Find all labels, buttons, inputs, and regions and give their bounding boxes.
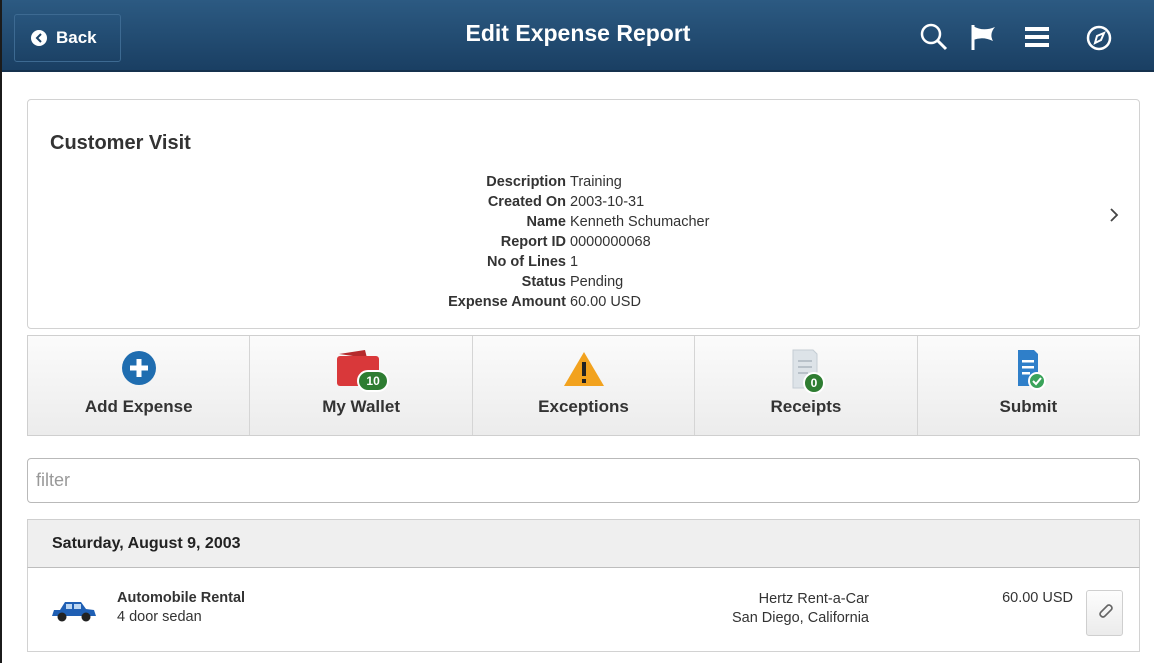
receipts-count-badge: 0 bbox=[802, 372, 825, 394]
expense-description: 4 door sedan bbox=[117, 609, 202, 625]
field-label: Description bbox=[486, 174, 566, 190]
my-wallet-button[interactable]: 10 My Wallet bbox=[250, 336, 473, 435]
expense-type: Automobile Rental bbox=[117, 590, 246, 606]
field-value: 1 bbox=[570, 254, 579, 270]
receipts-label: Receipts bbox=[770, 397, 842, 416]
plus-circle-icon bbox=[116, 348, 162, 392]
field-label: Report ID bbox=[500, 234, 566, 250]
field-row-name: Name Kenneth Schumacher bbox=[28, 212, 1139, 232]
field-label: Created On bbox=[487, 194, 566, 210]
field-row-status: Status Pending bbox=[28, 272, 1139, 292]
report-name: Customer Visit bbox=[50, 132, 191, 154]
field-row-expense-amount: Expense Amount 60.00 USD bbox=[28, 292, 1139, 312]
field-label: Name bbox=[526, 214, 567, 230]
submit-document-icon bbox=[1005, 348, 1051, 392]
field-value: Kenneth Schumacher bbox=[570, 214, 710, 230]
filter-input[interactable] bbox=[27, 458, 1140, 503]
attachment-button[interactable] bbox=[1086, 590, 1123, 636]
exceptions-label: Exceptions bbox=[538, 397, 629, 416]
chevron-right-icon[interactable] bbox=[1109, 207, 1119, 228]
submit-button[interactable]: Submit bbox=[918, 336, 1139, 435]
expense-merchant-block: Hertz Rent-a-Car San Diego, California bbox=[732, 590, 869, 628]
submit-label: Submit bbox=[999, 397, 1058, 416]
field-row-no-of-lines: No of Lines 1 bbox=[28, 252, 1139, 272]
search-icon[interactable] bbox=[919, 22, 949, 52]
flag-icon[interactable] bbox=[969, 22, 999, 52]
field-row-description: Description Training bbox=[28, 172, 1139, 192]
expense-location: San Diego, California bbox=[731, 610, 869, 626]
date-group-header: Saturday, August 9, 2003 bbox=[27, 519, 1140, 568]
field-value: 60.00 USD bbox=[570, 294, 641, 310]
field-value: 0000000068 bbox=[570, 234, 651, 250]
report-summary-card[interactable]: Customer Visit Description Training Crea… bbox=[27, 99, 1140, 329]
receipt-icon: 0 bbox=[781, 348, 831, 394]
add-expense-label: Add Expense bbox=[84, 397, 193, 416]
field-value: Training bbox=[570, 174, 622, 190]
field-value: Pending bbox=[570, 274, 624, 290]
field-row-created-on: Created On 2003-10-31 bbox=[28, 192, 1139, 212]
page-header: Back Edit Expense Report bbox=[2, 0, 1154, 72]
window-edge bbox=[0, 0, 2, 663]
menu-icon[interactable] bbox=[1022, 22, 1052, 52]
action-bar: Add Expense 10 My Wallet Exceptions 0 Re… bbox=[27, 335, 1140, 436]
wallet-icon: 10 bbox=[331, 348, 391, 392]
expense-merchant: Hertz Rent-a-Car bbox=[758, 591, 869, 607]
navigator-icon[interactable] bbox=[1084, 23, 1114, 53]
field-value: 2003-10-31 bbox=[570, 194, 645, 210]
expense-line-row[interactable]: Automobile Rental 4 door sedan Hertz Ren… bbox=[27, 568, 1140, 652]
receipts-button[interactable]: 0 Receipts bbox=[695, 336, 918, 435]
my-wallet-label: My Wallet bbox=[322, 397, 400, 416]
group-date: Saturday, August 9, 2003 bbox=[52, 535, 241, 552]
field-label: Status bbox=[521, 274, 566, 290]
field-label: Expense Amount bbox=[448, 294, 566, 310]
add-expense-button[interactable]: Add Expense bbox=[28, 336, 251, 435]
field-row-report-id: Report ID 0000000068 bbox=[28, 232, 1139, 252]
wallet-count-badge: 10 bbox=[357, 370, 390, 392]
expense-amount: 60.00 USD bbox=[1002, 590, 1073, 606]
warning-icon bbox=[561, 348, 607, 392]
field-label: No of Lines bbox=[487, 254, 566, 270]
exceptions-button[interactable]: Exceptions bbox=[473, 336, 696, 435]
paperclip-icon bbox=[1096, 601, 1114, 626]
report-fields: Description Training Created On 2003-10-… bbox=[28, 172, 1139, 312]
car-icon bbox=[50, 596, 98, 624]
